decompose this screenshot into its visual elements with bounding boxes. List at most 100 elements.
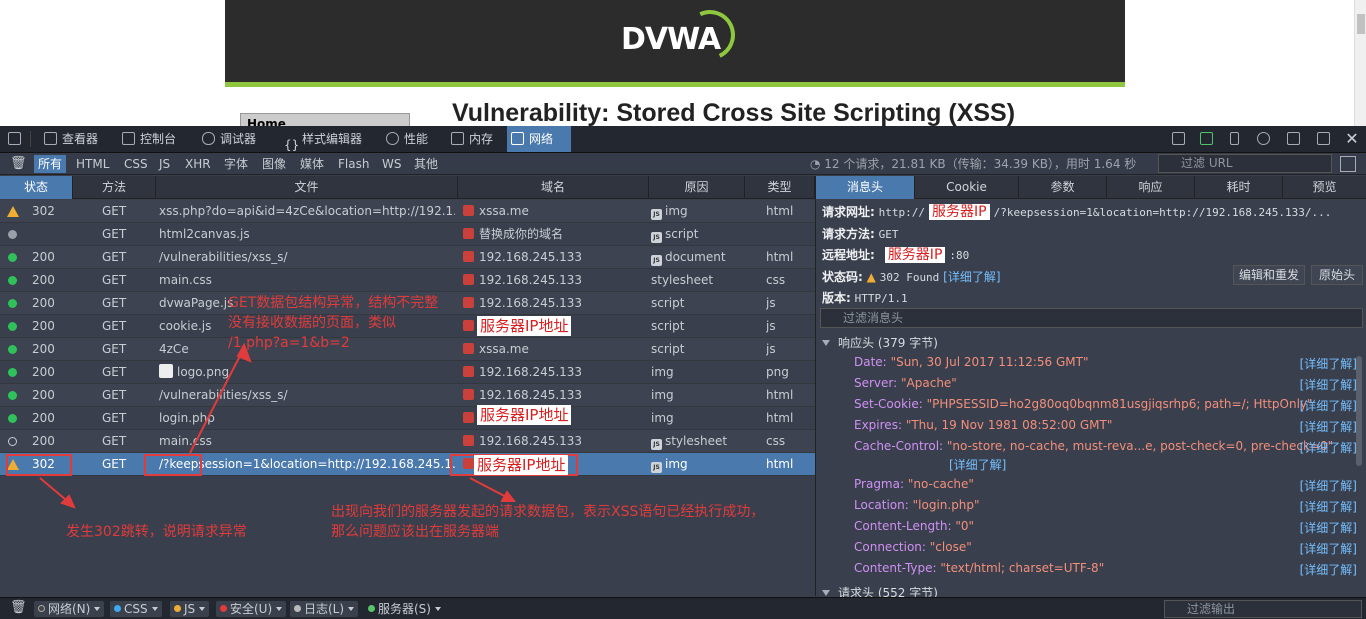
toggle-label: JS xyxy=(184,602,196,616)
header-value: "Sun, 30 Jul 2017 11:12:56 GMT" xyxy=(890,355,1089,369)
header-learn-more-link[interactable]: [详细了解] xyxy=(1300,355,1357,372)
headers-filter-input[interactable]: 过滤消息头 xyxy=(820,308,1363,328)
header-learn-more-link[interactable]: [详细了解] xyxy=(1300,561,1357,578)
header-learn-more-link[interactable]: [详细了解] xyxy=(1300,397,1357,414)
tab-headers[interactable]: 消息头 xyxy=(816,176,915,199)
status-code-label: 状态码: xyxy=(822,270,863,284)
trash-icon: 🗑 xyxy=(10,600,27,615)
header-name: Pragma: xyxy=(854,477,905,491)
request-method-row: 请求方法: GET xyxy=(822,225,899,242)
toggle-label: 服务器(S) xyxy=(378,602,431,616)
response-header-row: Location: "login.php" xyxy=(854,498,980,512)
version-value: HTTP/1.1 xyxy=(854,292,908,305)
request-method-value: GET xyxy=(878,228,899,241)
chevron-down-icon xyxy=(348,607,355,611)
clear-console-button[interactable]: 🗑 xyxy=(6,599,31,617)
status-code-value: 302 Found xyxy=(879,271,940,284)
output-filter-input[interactable]: 过滤输出 xyxy=(1164,600,1362,618)
request-url-suffix: /?keepsession=1&location=http://192.168.… xyxy=(993,206,1332,219)
toggle-label: CSS xyxy=(124,602,148,616)
status-dot xyxy=(114,605,121,612)
header-value: "0" xyxy=(955,519,975,533)
arrow-malformed-head xyxy=(236,342,252,363)
settings-button[interactable] xyxy=(1254,126,1274,152)
tab-preview[interactable]: 预览 xyxy=(1283,176,1366,199)
chevron-down-icon xyxy=(94,607,101,611)
chevron-down-icon xyxy=(199,607,206,611)
header-name: Set-Cookie: xyxy=(854,397,923,411)
ip-mask-remote: 服务器IP xyxy=(884,247,946,263)
response-header-row: Set-Cookie: "PHPSESSID=ho2g80oq0bqnm81us… xyxy=(854,397,1313,411)
response-header-row: Date: "Sun, 30 Jul 2017 11:12:56 GMT" xyxy=(854,355,1088,369)
header-learn-more-link[interactable]: [详细了解] xyxy=(1300,540,1357,557)
gear-icon xyxy=(1257,132,1270,145)
chevron-down-icon xyxy=(822,340,830,346)
version-row: 版本: HTTP/1.1 xyxy=(822,289,908,306)
ip-mask-url: 服务器IP xyxy=(929,204,990,220)
frames-icon xyxy=(1172,132,1185,145)
header-value: "text/html; charset=UTF-8" xyxy=(940,561,1105,575)
request-summary: ◔ 12 个请求，21.81 KB（传输：34.39 KB），用时 1.64 秒 xyxy=(810,155,1136,172)
summary-text: 12 个请求，21.81 KB（传输：34.39 KB），用时 1.64 秒 xyxy=(824,157,1137,171)
details-scrollbar-thumb[interactable] xyxy=(1356,356,1362,466)
arrow-success-head xyxy=(500,490,517,502)
css-log-toggle[interactable]: CSS xyxy=(110,601,162,617)
status-dot xyxy=(294,605,301,612)
tab-timings[interactable]: 耗时 xyxy=(1195,176,1283,199)
header-learn-more-link[interactable]: [详细了解] xyxy=(1300,376,1357,393)
url-filter-input[interactable]: 过滤 URL xyxy=(1158,154,1332,173)
status-dot xyxy=(220,605,227,612)
header-learn-more-link[interactable]: [详细了解] xyxy=(949,456,1006,473)
header-value: "no-store, no-cache, must-reva...e, post… xyxy=(946,439,1334,453)
header-name: Date: xyxy=(854,355,887,369)
separate-window-button[interactable] xyxy=(1314,126,1334,152)
split-console-icon xyxy=(1200,132,1213,145)
request-url-row: 请求网址: http:// 服务器IP/?keepsession=1&locati… xyxy=(822,203,1331,221)
chevron-down-icon xyxy=(434,607,441,611)
toggle-label: 日志(L) xyxy=(304,602,345,616)
console-status-bar: 🗑 网络(N) CSS JS 安全(U) 日志(L) 服务器(S) 过滤输出 xyxy=(0,597,1366,619)
version-label: 版本: xyxy=(822,291,851,305)
warning-icon: ▲ xyxy=(866,270,876,284)
response-header-row: Connection: "close" xyxy=(854,540,972,554)
header-learn-more-link[interactable]: [详细了解] xyxy=(1300,498,1357,515)
response-header-row: Cache-Control: "no-store, no-cache, must… xyxy=(854,439,1333,453)
page-scrollbar[interactable] xyxy=(1354,0,1366,126)
header-learn-more-link[interactable]: [详细了解] xyxy=(1300,519,1357,536)
tab-response[interactable]: 响应 xyxy=(1107,176,1195,199)
status-learn-more-link[interactable]: [详细了解] xyxy=(943,270,1000,284)
header-value: "close" xyxy=(929,540,972,554)
edit-resend-button[interactable]: 编辑和重发 xyxy=(1233,265,1305,285)
header-value: "Apache" xyxy=(901,376,957,390)
status-code-row: 状态码: ▲ 302 Found [详细了解] xyxy=(822,268,1001,285)
network-log-toggle[interactable]: 网络(N) xyxy=(34,601,105,617)
remote-address-label: 远程地址: xyxy=(822,248,875,262)
chevron-down-icon xyxy=(822,590,830,596)
split-console-button[interactable] xyxy=(1196,126,1218,152)
frame-select-button[interactable] xyxy=(1168,126,1194,152)
close-devtools-button[interactable]: ✕ xyxy=(1342,126,1362,152)
response-headers-section[interactable]: 响应头 (379 字节) xyxy=(822,334,938,351)
dock-side-button[interactable] xyxy=(1284,126,1304,152)
header-value: "no-cache" xyxy=(907,477,974,491)
close-icon: ✕ xyxy=(1345,129,1359,148)
header-name: Location: xyxy=(854,498,909,512)
raw-headers-button[interactable]: 原始头 xyxy=(1311,265,1363,285)
header-learn-more-link[interactable]: [详细了解] xyxy=(1300,418,1357,435)
header-learn-more-link[interactable]: [详细了解] xyxy=(1300,477,1357,494)
responsive-mode-button[interactable] xyxy=(1226,126,1246,152)
server-log-toggle[interactable]: 服务器(S) xyxy=(364,601,445,617)
header-name: Cache-Control: xyxy=(854,439,944,453)
tab-params[interactable]: 参数 xyxy=(1019,176,1107,199)
tab-cookies[interactable]: Cookie xyxy=(915,176,1019,199)
logging-toggle[interactable]: 日志(L) xyxy=(290,601,359,617)
response-header-row: Server: "Apache" xyxy=(854,376,957,390)
security-log-toggle[interactable]: 安全(U) xyxy=(216,601,287,617)
request-details-panel: 消息头 Cookie 参数 响应 耗时 预览 请求网址: http:// 服务器I… xyxy=(815,176,1366,600)
toggle-details-button[interactable] xyxy=(1340,156,1356,172)
js-log-toggle[interactable]: JS xyxy=(170,601,210,617)
header-learn-more-link[interactable]: [详细了解] xyxy=(1300,439,1357,456)
header-name: Content-Length: xyxy=(854,519,952,533)
annotation-arrows xyxy=(39,342,517,509)
page-scrollbar-thumb[interactable] xyxy=(1357,14,1365,34)
